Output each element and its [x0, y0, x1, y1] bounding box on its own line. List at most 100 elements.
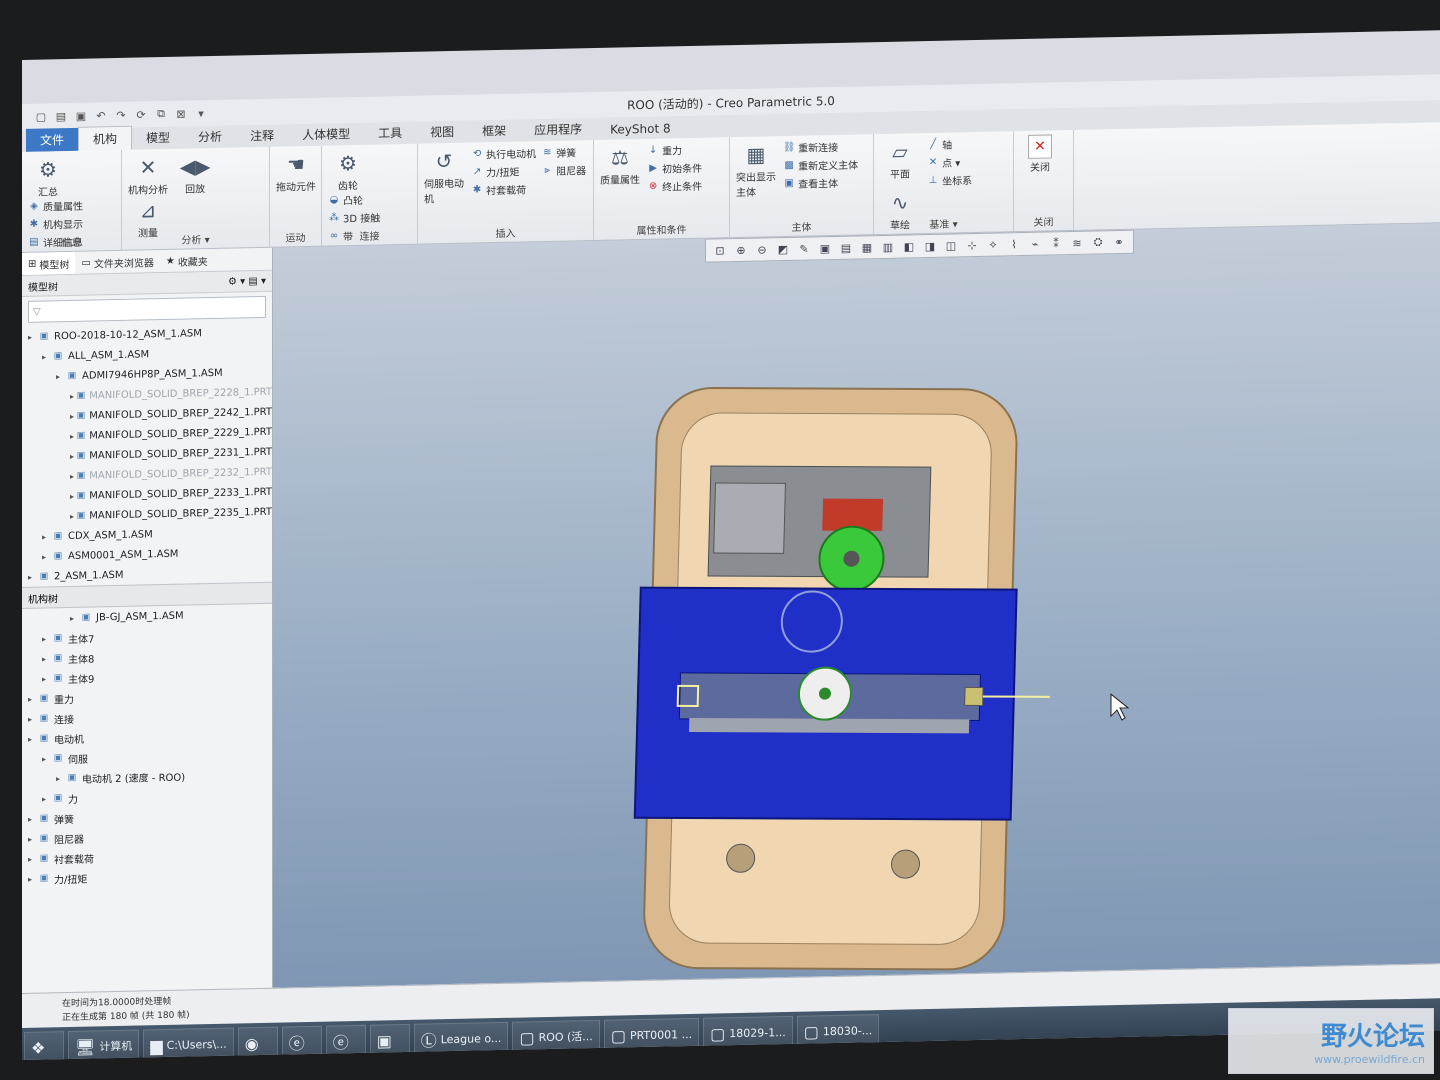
axis-display-icon[interactable]: ◨: [922, 239, 938, 252]
tab-file[interactable]: 文件: [26, 127, 79, 152]
section-icon[interactable]: ▥: [880, 240, 896, 253]
motor-display-icon[interactable]: ⌁: [1027, 237, 1043, 250]
zoom-in-icon[interactable]: ⊕: [733, 243, 749, 256]
expand-arrow-icon[interactable]: ▸: [42, 674, 52, 683]
force-torque-button[interactable]: ↗ 力/扭矩: [471, 163, 536, 179]
expand-arrow-icon[interactable]: ▸: [28, 572, 38, 581]
contact-3d-button[interactable]: ⁂ 3D 接触: [328, 209, 380, 225]
csys-button[interactable]: ⊥ 坐标系: [927, 172, 972, 188]
expand-arrow-icon[interactable]: ▸: [70, 511, 77, 520]
expand-arrow-icon[interactable]: ▸: [28, 814, 38, 823]
tab-folder-browser[interactable]: ▭ 文件夹浏览器: [75, 250, 159, 274]
expand-arrow-icon[interactable]: ▸: [28, 874, 38, 883]
highlight-bodies-button[interactable]: ▦ 突出显示主体: [736, 140, 776, 199]
tab-manikin[interactable]: 人体模型: [288, 122, 364, 147]
point-display-icon[interactable]: ◫: [943, 239, 959, 252]
redefine-bodies-button[interactable]: ▩ 重新定义主体: [783, 156, 858, 173]
mass-properties-button[interactable]: ◈ 质量属性: [28, 198, 83, 214]
playback-button[interactable]: ◀▶ 回放: [175, 152, 215, 196]
tab-mechanism[interactable]: 机构: [78, 125, 133, 151]
tab-framework[interactable]: 框架: [468, 119, 520, 143]
tab-view[interactable]: 视图: [416, 120, 468, 144]
repaint-icon[interactable]: ◩: [775, 242, 791, 255]
taskbar-roo[interactable]: ▢ ROO (活...: [512, 1019, 600, 1054]
refit-icon[interactable]: ⊡: [712, 244, 728, 257]
expand-arrow-icon[interactable]: ▸: [28, 714, 38, 723]
taskbar-explorer[interactable]: ▆ C:\Users\...: [143, 1027, 234, 1061]
taskbar-league[interactable]: Ⓛ League o...: [413, 1021, 509, 1056]
tab-analysis[interactable]: 分析: [184, 125, 236, 149]
expand-arrow-icon[interactable]: ▸: [70, 451, 77, 460]
expand-arrow-icon[interactable]: ▸: [70, 613, 80, 622]
spin-center-icon[interactable]: ⟡: [985, 237, 1001, 251]
point-button[interactable]: ✕ 点 ▾: [927, 154, 972, 170]
bushing-load-button[interactable]: ✱ 衬套载荷: [471, 181, 536, 197]
expand-arrow-icon[interactable]: ▸: [28, 854, 38, 863]
expand-arrow-icon[interactable]: ▸: [70, 391, 77, 400]
expand-arrow-icon[interactable]: ▸: [70, 431, 77, 440]
taskbar-computer[interactable]: 🖥 计算机: [68, 1029, 140, 1061]
joint-display-icon[interactable]: ⁑: [1048, 237, 1064, 250]
connection-display-icon[interactable]: ⚭: [1111, 235, 1127, 248]
tab-tools[interactable]: 工具: [364, 121, 416, 145]
taskbar-18029[interactable]: ▢ 18029-1...: [703, 1015, 793, 1050]
taskbar-18030[interactable]: ▢ 18030-...: [796, 1014, 880, 1048]
expand-arrow-icon[interactable]: ▸: [42, 754, 52, 763]
spring-button[interactable]: ≋ 弹簧: [541, 144, 586, 160]
expand-arrow-icon[interactable]: ▸: [70, 411, 77, 420]
tab-keyshot[interactable]: KeyShot 8: [596, 118, 684, 140]
start-button[interactable]: ❖: [24, 1031, 64, 1061]
csys-display-icon[interactable]: ⊹: [964, 238, 980, 252]
mass-props-button[interactable]: ⚖ 质量属性: [600, 143, 640, 187]
plane-button[interactable]: ▱ 平面: [880, 137, 920, 181]
cam-button[interactable]: ◒ 凸轮: [328, 191, 380, 207]
close-button[interactable]: ✕ 关闭: [1020, 134, 1060, 174]
gravity-button[interactable]: ↓ 重力: [647, 142, 702, 158]
graphics-window[interactable]: ⊡ ⊕ ⊖ ◩ ✎ ▣ ▤ ▦ ▥ ◧ ◨ ◫ ⊹ ⟡ ⌇ ⌁ ⁑ ≋ ⛭ ⚭: [273, 223, 1440, 988]
expand-arrow-icon[interactable]: ▸: [42, 654, 52, 663]
perspective-icon[interactable]: ▦: [859, 241, 875, 254]
drag-components-button[interactable]: ☚ 拖动元件: [276, 150, 316, 194]
tab-applications[interactable]: 应用程序: [520, 117, 596, 142]
view-bodies-button[interactable]: ▣ 查看主体: [783, 174, 858, 191]
termination-conditions-button[interactable]: ⊗ 终止条件: [647, 178, 702, 194]
plane-display-icon[interactable]: ◧: [901, 240, 917, 253]
mechanism-analysis-button[interactable]: ✕ 机构分析: [128, 153, 168, 197]
expand-arrow-icon[interactable]: ▸: [56, 774, 66, 783]
expand-arrow-icon[interactable]: ▸: [42, 532, 52, 541]
reconnect-button[interactable]: ⛓ 重新连接: [783, 138, 858, 155]
taskbar-ie[interactable]: ⓔ: [325, 1024, 366, 1058]
expand-arrow-icon[interactable]: ▸: [28, 332, 38, 341]
taskbar-iqiyi[interactable]: ▣: [369, 1023, 410, 1057]
tree-filter-input[interactable]: ▽: [28, 295, 266, 323]
zoom-out-icon[interactable]: ⊖: [754, 243, 770, 256]
initial-conditions-button[interactable]: ▶ 初始条件: [647, 160, 702, 176]
damper-button[interactable]: ⫸ 阻尼器: [541, 162, 586, 178]
expand-arrow-icon[interactable]: ▸: [28, 694, 38, 703]
expand-arrow-icon[interactable]: ▸: [70, 491, 77, 500]
gear-button[interactable]: ⚙ 齿轮: [328, 149, 368, 193]
gear-display-icon[interactable]: ⛭: [1090, 235, 1106, 249]
expand-arrow-icon[interactable]: ▸: [42, 352, 52, 361]
exec-motor-button[interactable]: ⟲ 执行电动机: [471, 145, 536, 161]
servo-motor-button[interactable]: ↺ 伺服电动机: [424, 147, 464, 206]
tab-annotate[interactable]: 注释: [236, 123, 288, 147]
tab-model[interactable]: 模型: [132, 126, 184, 150]
mechanism-display-button[interactable]: ✱ 机构显示: [28, 216, 83, 232]
display-style-icon[interactable]: ▣: [817, 242, 833, 255]
tree-settings-icon[interactable]: ⚙ ▾ ▤ ▾: [228, 275, 266, 287]
expand-arrow-icon[interactable]: ▸: [42, 794, 52, 803]
tab-model-tree[interactable]: ⊞ 模型树: [22, 251, 76, 275]
expand-arrow-icon[interactable]: ▸: [70, 471, 77, 480]
axis-button[interactable]: ╱ 轴: [927, 136, 972, 152]
spring-display-icon[interactable]: ≋: [1069, 236, 1085, 249]
tab-favorites[interactable]: ★ 收藏夹: [160, 249, 214, 272]
expand-arrow-icon[interactable]: ▸: [56, 372, 66, 381]
annotation-display-icon[interactable]: ⌇: [1006, 238, 1022, 251]
summary-button[interactable]: ⚙ 汇总: [28, 155, 68, 199]
expand-arrow-icon[interactable]: ▸: [28, 834, 38, 843]
taskbar-chrome[interactable]: ◉: [237, 1026, 278, 1060]
view-manager-icon[interactable]: ✎: [796, 242, 812, 255]
saved-views-icon[interactable]: ▤: [838, 241, 854, 254]
tree-row[interactable]: ▸ ▣ 力/扭矩: [22, 864, 272, 889]
